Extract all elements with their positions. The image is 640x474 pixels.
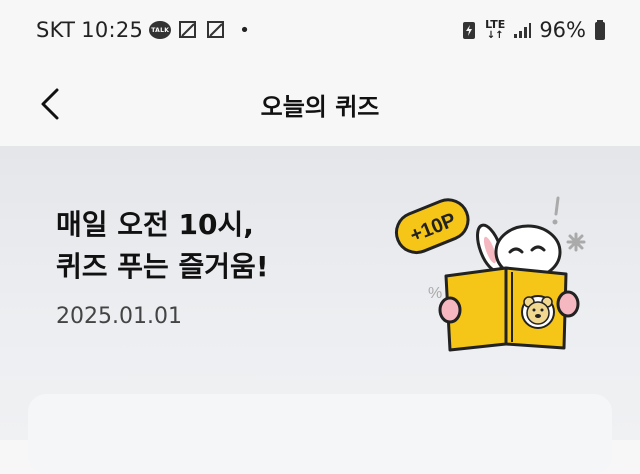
- edit-notification-icon-2: [207, 21, 225, 38]
- edit-notification-icon: [179, 21, 197, 38]
- points-badge: +10P: [394, 198, 470, 255]
- svg-text:%: %: [428, 285, 442, 302]
- more-notifications-dot-icon: •: [239, 19, 251, 41]
- clock-time: 10:25: [81, 18, 144, 42]
- app-bar: 오늘의 퀴즈: [0, 62, 640, 146]
- status-bar: SKT 10:25 TALK • LTE ↓↑ 96%: [0, 0, 640, 62]
- headline-line-2: 퀴즈 푸는 즐거움!: [56, 250, 269, 283]
- status-left: SKT 10:25 TALK •: [36, 18, 250, 42]
- network-type-label: LTE ↓↑: [485, 17, 506, 41]
- page-title: 오늘의 퀴즈: [260, 92, 380, 121]
- quiz-card[interactable]: [28, 394, 612, 474]
- battery-saver-icon: [463, 22, 476, 39]
- back-button[interactable]: [30, 84, 70, 124]
- banner-headline: 매일 오전 10시, 퀴즈 푸는 즐거움!: [56, 204, 269, 288]
- reading-rabbit-illustration: +10P %: [394, 196, 586, 352]
- status-right: LTE ↓↑ 96%: [461, 18, 606, 42]
- quiz-date: 2025.01.01: [56, 304, 182, 329]
- carrier-label: SKT: [36, 18, 76, 42]
- battery-icon: [595, 20, 605, 40]
- headline-line-1: 매일 오전 10시,: [56, 208, 254, 241]
- signal-strength-icon: [514, 23, 532, 38]
- battery-percent: 96%: [539, 18, 586, 42]
- chevron-left-icon: [41, 88, 59, 120]
- kakaotalk-notification-icon: TALK: [149, 21, 172, 39]
